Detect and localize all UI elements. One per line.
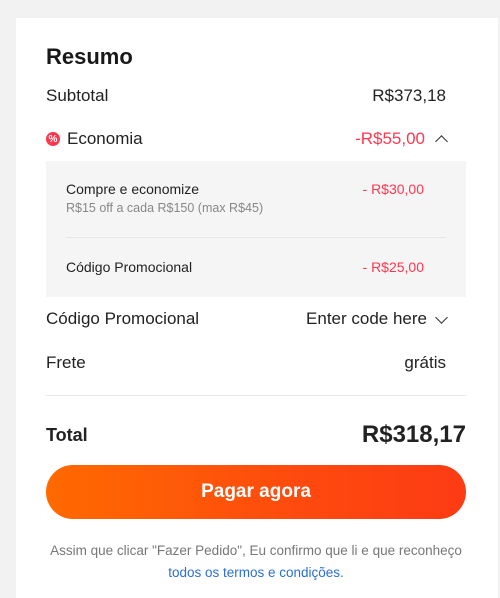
total-value: R$318,17 <box>361 421 466 448</box>
total-label: Total <box>46 424 88 445</box>
divider <box>66 237 446 238</box>
discount-badge-icon: % <box>46 132 60 146</box>
savings-breakdown: Compre e economize R$15 off a cada R$150… <box>46 161 466 297</box>
promo-code-input[interactable]: Enter code here <box>306 309 448 329</box>
chevron-down-icon[interactable] <box>435 310 448 324</box>
breakdown-detail: R$15 off a cada R$150 (max R$45) <box>66 201 264 215</box>
promo-code-label: Código Promocional <box>46 309 200 328</box>
subtotal-value: R$373,18 <box>372 86 446 105</box>
legal-text: Assim que clicar "Fazer Pedido", Eu conf… <box>50 543 462 558</box>
economy-label: Economia <box>67 129 143 148</box>
legal-notice: Assim que clicar "Fazer Pedido", Eu conf… <box>46 540 466 584</box>
subtotal-label: Subtotal <box>46 86 109 105</box>
divider <box>46 395 466 396</box>
promo-code-placeholder[interactable]: Enter code here <box>306 309 427 329</box>
order-summary-card: Resumo Subtotal R$373,18 % Economia -R$5… <box>16 18 498 598</box>
shipping-row: Frete grátis <box>46 353 446 373</box>
subtotal-row: Subtotal R$373,18 <box>46 86 446 106</box>
shipping-label: Frete <box>46 353 86 372</box>
terms-link[interactable]: todos os termos e condições. <box>168 565 344 580</box>
promo-code-row: Código Promocional Enter code here <box>46 309 448 329</box>
summary-title: Resumo <box>46 44 133 69</box>
economy-row[interactable]: % Economia -R$55,00 <box>46 129 448 149</box>
breakdown-amount: - R$30,00 <box>362 181 424 197</box>
shipping-value: grátis <box>404 353 446 372</box>
chevron-up-icon[interactable] <box>435 135 448 148</box>
breakdown-amount: - R$25,00 <box>362 259 424 275</box>
economy-value: -R$55,00 <box>355 129 425 148</box>
total-row: Total R$318,17 <box>46 421 466 449</box>
pay-now-button[interactable]: Pagar agora <box>46 465 466 519</box>
